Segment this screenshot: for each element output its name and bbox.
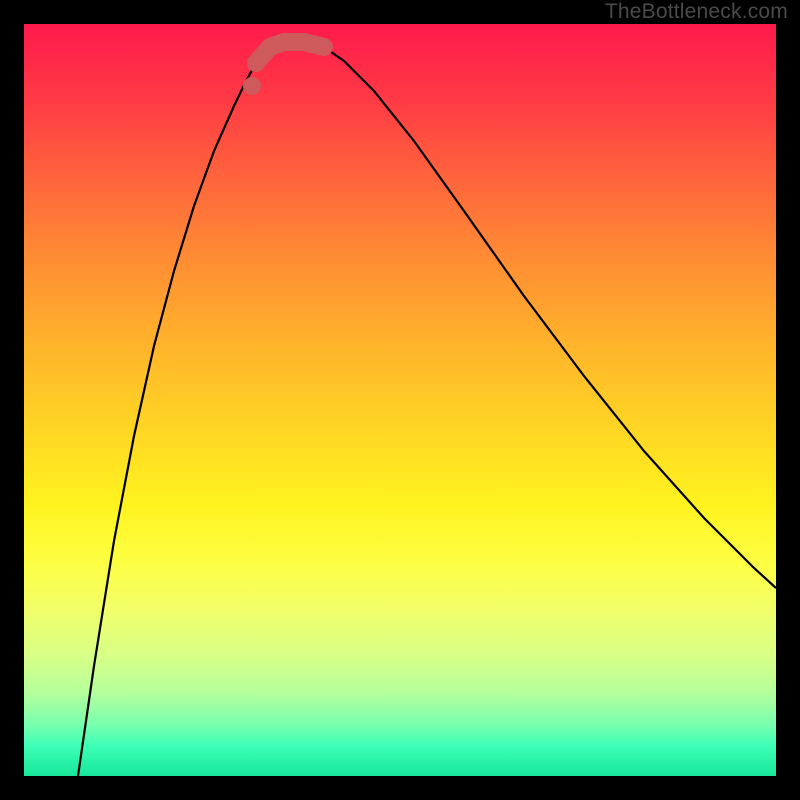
marker-segment-path [256, 42, 324, 63]
watermark-text: TheBottleneck.com [605, 0, 788, 24]
left-curve-path [78, 47, 270, 776]
marker-dot [243, 77, 261, 95]
chart-area [24, 24, 776, 776]
right-curve-path [324, 47, 776, 588]
chart-svg [24, 24, 776, 776]
